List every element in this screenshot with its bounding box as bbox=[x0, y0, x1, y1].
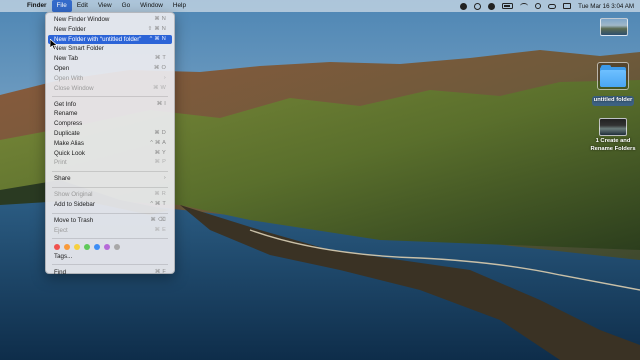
menu-separator bbox=[52, 170, 168, 172]
menu-view[interactable]: View bbox=[93, 0, 117, 12]
menu-item-new-folder-with-selection[interactable]: New Folder with “untitled folder” ^ ⌘ N bbox=[48, 34, 172, 45]
wifi-icon[interactable] bbox=[520, 3, 529, 9]
menu-item-find[interactable]: Find ⌘ F bbox=[48, 268, 172, 278]
menu-separator bbox=[52, 95, 168, 97]
control-center-icon[interactable] bbox=[548, 3, 557, 9]
menu-go[interactable]: Go bbox=[117, 0, 136, 12]
menu-separator bbox=[52, 212, 168, 214]
siri-icon[interactable] bbox=[563, 3, 572, 9]
tag-color-dot[interactable] bbox=[54, 243, 60, 250]
menu-item-show-original[interactable]: Show Original ⌘ R bbox=[48, 190, 172, 200]
record-icon[interactable] bbox=[460, 2, 468, 10]
menu-item-new-tab[interactable]: New Tab ⌘ T bbox=[48, 54, 172, 64]
menu-help[interactable]: Help bbox=[168, 0, 191, 12]
menu-item-new-finder-window[interactable]: New Finder Window ⌘ N bbox=[48, 15, 172, 25]
menu-item-rename[interactable]: Rename bbox=[48, 109, 172, 119]
tag-color-dot[interactable] bbox=[104, 243, 110, 250]
menu-item-eject[interactable]: Eject ⌘ E bbox=[48, 226, 172, 236]
selection-frame bbox=[597, 62, 629, 90]
menu-item-open-with[interactable]: Open With › bbox=[48, 74, 172, 84]
desktop-untitled-folder[interactable]: untitled folder bbox=[588, 62, 638, 106]
tag-color-row bbox=[46, 242, 174, 252]
menu-item-get-info[interactable]: Get Info ⌘ I bbox=[48, 100, 172, 110]
tag-color-dot[interactable] bbox=[64, 243, 70, 250]
tag-color-dot[interactable] bbox=[114, 243, 120, 250]
menu-file[interactable]: File bbox=[51, 0, 72, 12]
status-area: Tue Mar 16 3:04 AM bbox=[460, 0, 634, 12]
menu-item-add-to-sidebar[interactable]: Add to Sidebar ^ ⌘ T bbox=[48, 200, 172, 210]
tag-color-dot[interactable] bbox=[84, 243, 90, 250]
tag-color-dot[interactable] bbox=[94, 243, 100, 250]
menu-item-open[interactable]: Open ⌘ O bbox=[48, 64, 172, 74]
menu-item-quick-look[interactable]: Quick Look ⌘ Y bbox=[48, 149, 172, 159]
screenshot-thumbnail-icon bbox=[600, 18, 628, 36]
menu-item-tags[interactable]: Tags... bbox=[48, 252, 172, 262]
file-menu-dropdown: New Finder Window ⌘ N New Folder ⇧ ⌘ N New… bbox=[45, 12, 175, 276]
tag-color-dot[interactable] bbox=[74, 243, 80, 250]
menu-item-new-smart-folder[interactable]: New Smart Folder bbox=[48, 44, 172, 54]
battery-icon[interactable] bbox=[502, 3, 514, 9]
menu-separator bbox=[52, 238, 168, 240]
folder-icon bbox=[600, 65, 626, 87]
menu-item-compress[interactable]: Compress bbox=[48, 119, 172, 129]
menu-item-print[interactable]: Print ⌘ P bbox=[48, 158, 172, 168]
menu-edit[interactable]: Edit bbox=[72, 0, 93, 12]
menu-item-move-to-trash[interactable]: Move to Trash ⌘ ⌫ bbox=[48, 216, 172, 226]
menu-window[interactable]: Window bbox=[135, 0, 168, 12]
screen-recording-icon[interactable] bbox=[474, 2, 482, 10]
accessibility-icon[interactable] bbox=[488, 2, 496, 10]
mouse-cursor-icon bbox=[50, 39, 58, 50]
menu-item-make-alias[interactable]: Make Alias ^ ⌘ A bbox=[48, 139, 172, 149]
folder-label: untitled folder bbox=[591, 96, 635, 106]
desktop-screenshot-file[interactable] bbox=[594, 18, 634, 38]
desktop-video-file[interactable]: 1 Create and Rename Folders bbox=[586, 118, 640, 153]
menu-bar: Finder File Edit View Go Window Help Tue… bbox=[0, 0, 640, 12]
clock[interactable]: Tue Mar 16 3:04 AM bbox=[578, 3, 634, 10]
menu-finder[interactable]: Finder bbox=[22, 0, 52, 12]
menu-separator bbox=[52, 186, 168, 188]
menu-item-close-window[interactable]: Close Window ⌘ W bbox=[48, 84, 172, 94]
menu-separator bbox=[52, 264, 168, 266]
menu-item-new-folder[interactable]: New Folder ⇧ ⌘ N bbox=[48, 25, 172, 35]
video-thumbnail-icon bbox=[599, 118, 627, 136]
menu-item-share[interactable]: Share › bbox=[48, 174, 172, 184]
menu-item-duplicate[interactable]: Duplicate ⌘ D bbox=[48, 129, 172, 139]
spotlight-search-icon[interactable] bbox=[535, 3, 542, 9]
